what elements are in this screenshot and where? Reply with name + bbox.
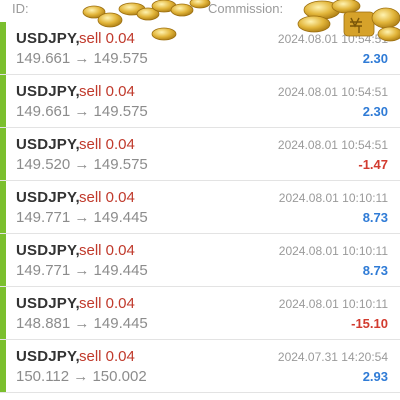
trade-row[interactable]: USDJPY, sell 0.04 149.661 → 149.575 2024… <box>0 75 400 128</box>
trade-history-list: USDJPY, sell 0.04 149.661 → 149.575 2024… <box>0 22 400 393</box>
trade-row[interactable]: USDJPY, sell 0.04 148.881 → 149.445 2024… <box>0 287 400 340</box>
trade-prices: 149.771 → 149.445 <box>16 262 148 279</box>
trade-prices: 150.112 → 150.002 <box>16 368 147 385</box>
trade-time: 2024.08.01 10:10:11 <box>278 297 388 311</box>
trade-profit: 2.93 <box>362 369 388 384</box>
trade-side: sell 0.04 <box>79 83 135 100</box>
trade-profit: 8.73 <box>362 210 388 225</box>
id-label: ID: <box>12 1 29 16</box>
trade-row[interactable]: USDJPY, sell 0.04 149.771 → 149.445 2024… <box>0 234 400 287</box>
trade-side: sell 0.04 <box>79 189 135 206</box>
trade-prices: 149.520 → 149.575 <box>16 156 148 173</box>
trade-profit: -15.10 <box>351 316 388 331</box>
trade-profit: -1.47 <box>358 157 388 172</box>
trade-side: sell 0.04 <box>79 136 135 153</box>
gold-coins-icon <box>78 0 400 42</box>
trade-symbol: USDJPY, <box>16 348 80 365</box>
trade-row[interactable]: USDJPY, sell 0.04 150.112 → 150.002 2024… <box>0 340 400 393</box>
trade-prices: 149.661 → 149.575 <box>16 50 148 67</box>
trade-side: sell 0.04 <box>79 242 135 259</box>
trade-time: 2024.08.01 10:10:11 <box>278 244 388 258</box>
trade-symbol: USDJPY, <box>16 242 80 259</box>
trade-row[interactable]: USDJPY, sell 0.04 149.771 → 149.445 2024… <box>0 181 400 234</box>
trade-symbol: USDJPY, <box>16 136 80 153</box>
trade-time: 2024.08.01 10:10:11 <box>278 191 388 205</box>
trade-side: sell 0.04 <box>79 295 135 312</box>
trade-profit: 2.30 <box>362 51 388 66</box>
trade-time: 2024.08.01 10:54:51 <box>277 138 388 152</box>
trade-symbol: USDJPY, <box>16 295 80 312</box>
trade-prices: 149.771 → 149.445 <box>16 209 148 226</box>
trade-symbol: USDJPY, <box>16 30 80 47</box>
trade-symbol: USDJPY, <box>16 189 80 206</box>
trade-time: 2024.08.01 10:54:51 <box>277 85 388 99</box>
trade-time: 2024.07.31 14:20:54 <box>277 350 388 364</box>
trade-symbol: USDJPY, <box>16 83 80 100</box>
trade-prices: 149.661 → 149.575 <box>16 103 148 120</box>
trade-row[interactable]: USDJPY, sell 0.04 149.520 → 149.575 2024… <box>0 128 400 181</box>
trade-profit: 2.30 <box>362 104 388 119</box>
trade-prices: 148.881 → 149.445 <box>16 315 148 332</box>
trade-profit: 8.73 <box>362 263 388 278</box>
trade-side: sell 0.04 <box>79 348 135 365</box>
